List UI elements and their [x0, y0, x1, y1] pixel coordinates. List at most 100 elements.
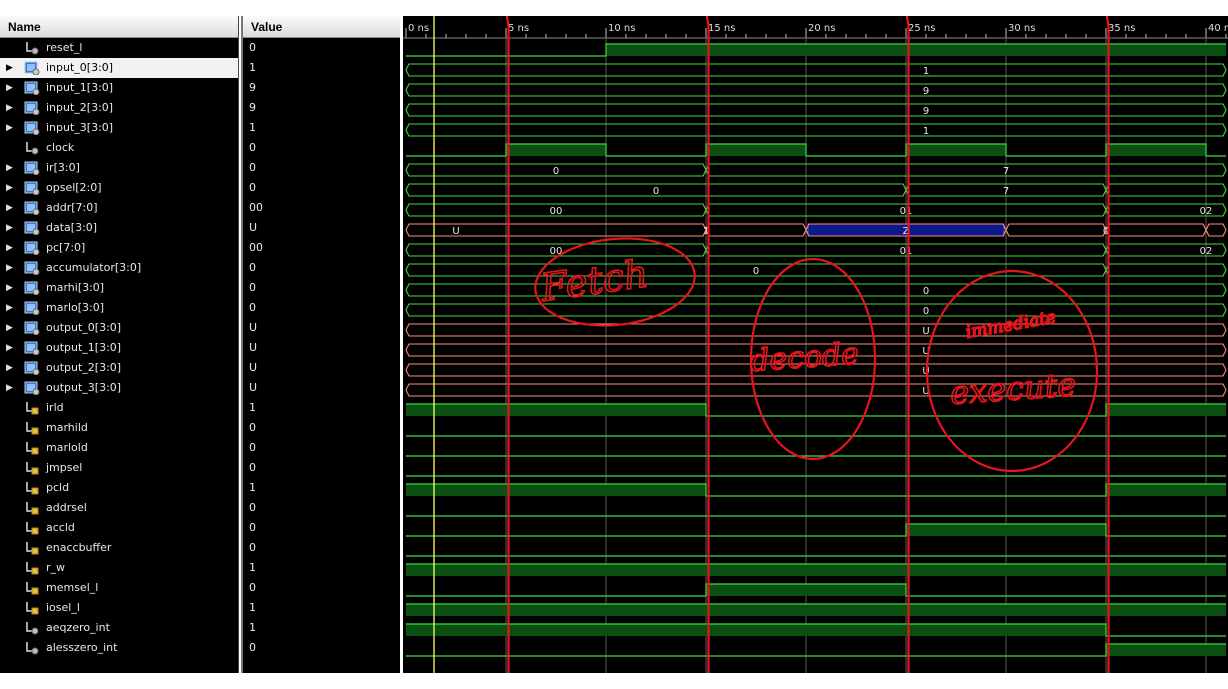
- value-row[interactable]: 1: [243, 58, 400, 78]
- value-row[interactable]: 1: [243, 558, 400, 578]
- bus-segment[interactable]: [405, 83, 1227, 97]
- expand-arrow-icon[interactable]: ▶: [6, 238, 13, 258]
- expand-arrow-icon[interactable]: ▶: [6, 338, 13, 358]
- value-row[interactable]: U: [243, 358, 400, 378]
- expand-arrow-icon[interactable]: ▶: [6, 158, 13, 178]
- expand-arrow-icon[interactable]: ▶: [6, 378, 13, 398]
- value-row[interactable]: 1: [243, 118, 400, 138]
- signal-row[interactable]: ▶ opsel[2:0]: [0, 178, 238, 198]
- bus-segment[interactable]: [705, 163, 1227, 177]
- expand-arrow-icon[interactable]: ▶: [6, 118, 13, 138]
- value-row[interactable]: U: [243, 378, 400, 398]
- bus-segment[interactable]: [1105, 223, 1207, 237]
- bus-segment[interactable]: [405, 223, 707, 237]
- expand-arrow-icon[interactable]: ▶: [6, 298, 13, 318]
- value-row[interactable]: 00: [243, 238, 400, 258]
- expand-arrow-icon[interactable]: ▶: [6, 278, 13, 298]
- signal-row[interactable]: iosel_l: [0, 598, 238, 618]
- value-row[interactable]: 1: [243, 478, 400, 498]
- bus-segment[interactable]: [1205, 223, 1227, 237]
- signal-row[interactable]: alesszero_int: [0, 638, 238, 658]
- bus-segment[interactable]: [405, 103, 1227, 117]
- signal-row[interactable]: ▶ output_1[3:0]: [0, 338, 238, 358]
- expand-arrow-icon[interactable]: ▶: [6, 98, 13, 118]
- signal-row[interactable]: ▶ accumulator[3:0]: [0, 258, 238, 278]
- waveform-panel[interactable]: 0 ns 5 ns 10 ns 15 ns 20 ns 25 ns 30 ns 35 ns 40…: [403, 16, 1228, 673]
- value-row[interactable]: 0: [243, 518, 400, 538]
- signal-value: U: [249, 361, 258, 374]
- signal-row[interactable]: accld: [0, 518, 238, 538]
- bus-segment[interactable]: [1105, 263, 1227, 277]
- value-row[interactable]: 0: [243, 638, 400, 658]
- value-row[interactable]: 0: [243, 278, 400, 298]
- value-row[interactable]: 0: [243, 158, 400, 178]
- signal-row[interactable]: marlold: [0, 438, 238, 458]
- expand-arrow-icon[interactable]: ▶: [6, 58, 13, 78]
- expand-arrow-icon[interactable]: ▶: [6, 258, 13, 278]
- value-row[interactable]: 9: [243, 98, 400, 118]
- value-row[interactable]: 9: [243, 78, 400, 98]
- value-row[interactable]: 0: [243, 258, 400, 278]
- bus-segment[interactable]: [1105, 183, 1227, 197]
- value-row[interactable]: U: [243, 338, 400, 358]
- signal-row[interactable]: memsel_l: [0, 578, 238, 598]
- value-row[interactable]: 0: [243, 538, 400, 558]
- signal-row[interactable]: ▶ data[3:0]: [0, 218, 238, 238]
- signal-row[interactable]: ▶ marlo[3:0]: [0, 298, 238, 318]
- signal-row[interactable]: ▶ output_3[3:0]: [0, 378, 238, 398]
- value-row[interactable]: 00: [243, 198, 400, 218]
- signal-row[interactable]: pcld: [0, 478, 238, 498]
- value-row[interactable]: U: [243, 318, 400, 338]
- expand-arrow-icon[interactable]: ▶: [6, 178, 13, 198]
- value-row[interactable]: 0: [243, 498, 400, 518]
- signal-row[interactable]: ▶ output_0[3:0]: [0, 318, 238, 338]
- signal-row[interactable]: ▶ marhi[3:0]: [0, 278, 238, 298]
- value-row[interactable]: 0: [243, 578, 400, 598]
- signal-row[interactable]: ▶ ir[3:0]: [0, 158, 238, 178]
- bus-segment[interactable]: [405, 383, 1227, 397]
- value-row[interactable]: 0: [243, 138, 400, 158]
- bus-segment[interactable]: [1005, 223, 1107, 237]
- signal-row[interactable]: ▶ input_3[3:0]: [0, 118, 238, 138]
- signal-row[interactable]: marhild: [0, 418, 238, 438]
- signal-row[interactable]: addrsel: [0, 498, 238, 518]
- expand-arrow-icon[interactable]: ▶: [6, 78, 13, 98]
- signal-row[interactable]: clock: [0, 138, 238, 158]
- bus-segment[interactable]: [405, 63, 1227, 77]
- signal-row[interactable]: ▶ input_2[3:0]: [0, 98, 238, 118]
- value-row[interactable]: 0: [243, 418, 400, 438]
- bus-segment[interactable]: [405, 123, 1227, 137]
- signal-row[interactable]: reset_l: [0, 38, 238, 58]
- signal-row[interactable]: ▶ output_2[3:0]: [0, 358, 238, 378]
- name-column-header[interactable]: Name: [0, 16, 238, 38]
- signal-row[interactable]: ▶ addr[7:0]: [0, 198, 238, 218]
- value-row[interactable]: 1: [243, 398, 400, 418]
- bus-segment[interactable]: [405, 323, 1227, 337]
- value-row[interactable]: 0: [243, 438, 400, 458]
- value-row[interactable]: 0: [243, 458, 400, 478]
- signal-row[interactable]: irld: [0, 398, 238, 418]
- signal-row[interactable]: aeqzero_int: [0, 618, 238, 638]
- value-row[interactable]: U: [243, 218, 400, 238]
- bus-segment[interactable]: [405, 283, 1227, 297]
- value-row[interactable]: 0: [243, 178, 400, 198]
- signal-row[interactable]: ▶ input_1[3:0]: [0, 78, 238, 98]
- value-row[interactable]: 0: [243, 38, 400, 58]
- bus-segment[interactable]: [705, 223, 807, 237]
- expand-arrow-icon[interactable]: ▶: [6, 198, 13, 218]
- value-row[interactable]: 0: [243, 298, 400, 318]
- bit-waveform[interactable]: [406, 643, 1226, 657]
- value-row[interactable]: 1: [243, 618, 400, 638]
- value-row[interactable]: 1: [243, 598, 400, 618]
- expand-arrow-icon[interactable]: ▶: [6, 358, 13, 378]
- signal-row[interactable]: ▶ input_0[3:0]: [0, 58, 238, 78]
- expand-arrow-icon[interactable]: ▶: [6, 218, 13, 238]
- waveform-canvas[interactable]: 0 ns 5 ns 10 ns 15 ns 20 ns 25 ns 30 ns 35 ns 40…: [403, 16, 1228, 673]
- signal-row[interactable]: ▶ pc[7:0]: [0, 238, 238, 258]
- expand-arrow-icon[interactable]: ▶: [6, 318, 13, 338]
- signal-row[interactable]: r_w: [0, 558, 238, 578]
- signal-row[interactable]: enaccbuffer: [0, 538, 238, 558]
- signal-row[interactable]: jmpsel: [0, 458, 238, 478]
- value-column-header[interactable]: Value: [243, 16, 400, 38]
- bus-segment[interactable]: [405, 303, 1227, 317]
